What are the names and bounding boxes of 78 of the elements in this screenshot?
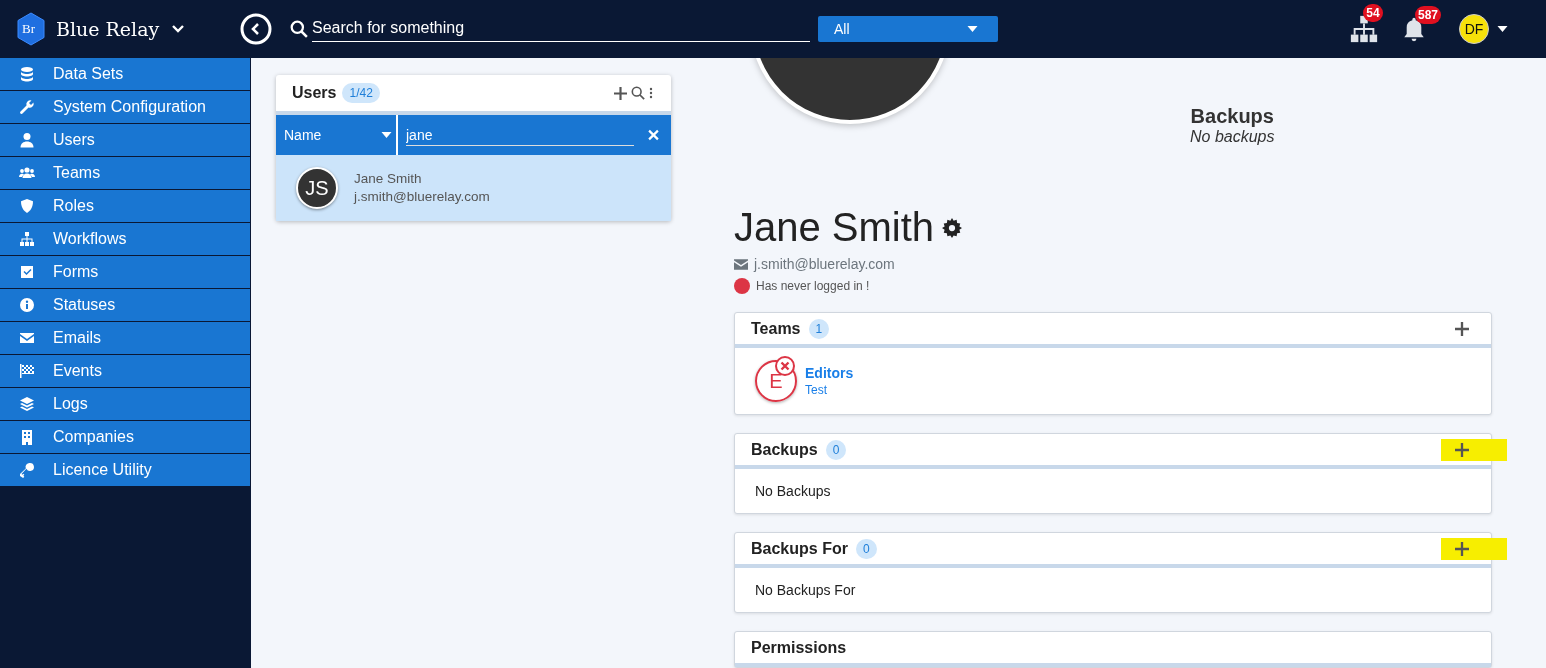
sidebar-item[interactable]: Users bbox=[0, 124, 250, 157]
sidebar-item[interactable]: Licence Utility bbox=[0, 454, 250, 487]
database-icon bbox=[19, 66, 35, 82]
sidebar-item[interactable]: Logs bbox=[0, 388, 250, 421]
add-icon[interactable] bbox=[1455, 321, 1469, 336]
login-status: Has never logged in ! bbox=[756, 279, 870, 293]
wrench-icon bbox=[19, 99, 35, 115]
close-icon[interactable] bbox=[640, 115, 671, 155]
user-icon bbox=[19, 132, 35, 148]
filter-field-dropdown[interactable]: Name bbox=[276, 115, 398, 155]
backups-heading: Backups bbox=[1190, 105, 1274, 128]
notification-badge: 54 bbox=[1363, 4, 1383, 22]
panel-title: Users bbox=[292, 84, 337, 102]
team-subtitle: Test bbox=[805, 383, 828, 397]
user-email: j.smith@bluerelay.com bbox=[354, 188, 490, 206]
logo-icon bbox=[16, 12, 46, 46]
backups-note: No backups bbox=[1190, 128, 1275, 146]
user-list-item[interactable]: JS Jane Smith j.smith@bluerelay.com bbox=[276, 155, 671, 221]
team-link[interactable]: Editors bbox=[805, 365, 854, 381]
envelope-icon bbox=[19, 330, 35, 346]
more-icon[interactable] bbox=[649, 87, 653, 99]
filter-input[interactable]: jane bbox=[406, 124, 634, 146]
search-field[interactable]: Search for something bbox=[312, 16, 810, 42]
envelope-icon bbox=[734, 258, 748, 270]
count-badge: 0 bbox=[855, 538, 877, 559]
building-icon bbox=[19, 429, 35, 445]
sidebar-item[interactable]: Data Sets bbox=[0, 58, 250, 91]
remove-icon[interactable] bbox=[775, 356, 795, 376]
user-name-heading: Jane Smith bbox=[734, 205, 935, 250]
sidebar-item[interactable]: Events bbox=[0, 355, 250, 388]
empty-message: No Backups For bbox=[755, 582, 856, 598]
search-icon bbox=[290, 20, 308, 38]
chevron-down-icon[interactable] bbox=[171, 24, 186, 34]
sidebar-item[interactable]: Companies bbox=[0, 421, 250, 454]
section-title: Backups For bbox=[751, 539, 848, 558]
user-avatar: JS bbox=[296, 167, 338, 209]
filter-field[interactable]: jane bbox=[398, 115, 640, 155]
scope-dropdown[interactable]: All bbox=[818, 16, 998, 42]
users-icon bbox=[19, 165, 35, 181]
highlight-mark[interactable] bbox=[1441, 438, 1507, 461]
section-title: Permissions bbox=[751, 638, 847, 657]
info-icon bbox=[19, 297, 35, 313]
highlight-mark[interactable] bbox=[1441, 537, 1507, 560]
sidebar-item[interactable]: Forms bbox=[0, 256, 250, 289]
empty-message: No Backups bbox=[755, 483, 831, 499]
section-title: Backups bbox=[751, 440, 818, 459]
shield-icon bbox=[19, 198, 35, 214]
flag-icon bbox=[19, 363, 35, 379]
sidebar-item[interactable]: System Configuration bbox=[0, 91, 250, 124]
sidebar-item[interactable]: Emails bbox=[0, 322, 250, 355]
user-email: j.smith@bluerelay.com bbox=[754, 256, 895, 272]
sidebar-item[interactable]: Workflows bbox=[0, 223, 250, 256]
caret-icon bbox=[967, 26, 978, 32]
count-badge: 1 bbox=[808, 318, 830, 339]
sidebar-item[interactable]: Teams bbox=[0, 157, 250, 190]
collapse-sidebar-button[interactable] bbox=[240, 13, 272, 45]
settings-icon[interactable] bbox=[942, 217, 963, 238]
status-dot bbox=[734, 278, 750, 294]
count-badge: 0 bbox=[825, 439, 847, 460]
search-icon[interactable] bbox=[631, 86, 645, 100]
add-icon[interactable] bbox=[1455, 541, 1469, 556]
count-badge: 1/42 bbox=[342, 83, 380, 103]
user-name: Jane Smith bbox=[354, 170, 423, 188]
sidebar-item[interactable]: Roles bbox=[0, 190, 250, 223]
sidebar-item[interactable]: Statuses bbox=[0, 289, 250, 322]
section-title: Teams bbox=[751, 319, 801, 338]
checkbox-icon bbox=[19, 264, 35, 280]
caret-icon[interactable] bbox=[1497, 26, 1508, 32]
caret-icon bbox=[381, 132, 392, 138]
user-avatar[interactable]: DF bbox=[1459, 14, 1489, 44]
add-icon[interactable] bbox=[614, 86, 627, 100]
sitemap-icon bbox=[19, 231, 35, 247]
logo-text: Br bbox=[22, 21, 35, 37]
notification-badge: 587 bbox=[1415, 6, 1442, 24]
layers-icon bbox=[19, 396, 35, 412]
app-name: Blue Relay bbox=[56, 18, 160, 40]
add-icon[interactable] bbox=[1455, 442, 1469, 457]
key-icon bbox=[19, 462, 35, 478]
